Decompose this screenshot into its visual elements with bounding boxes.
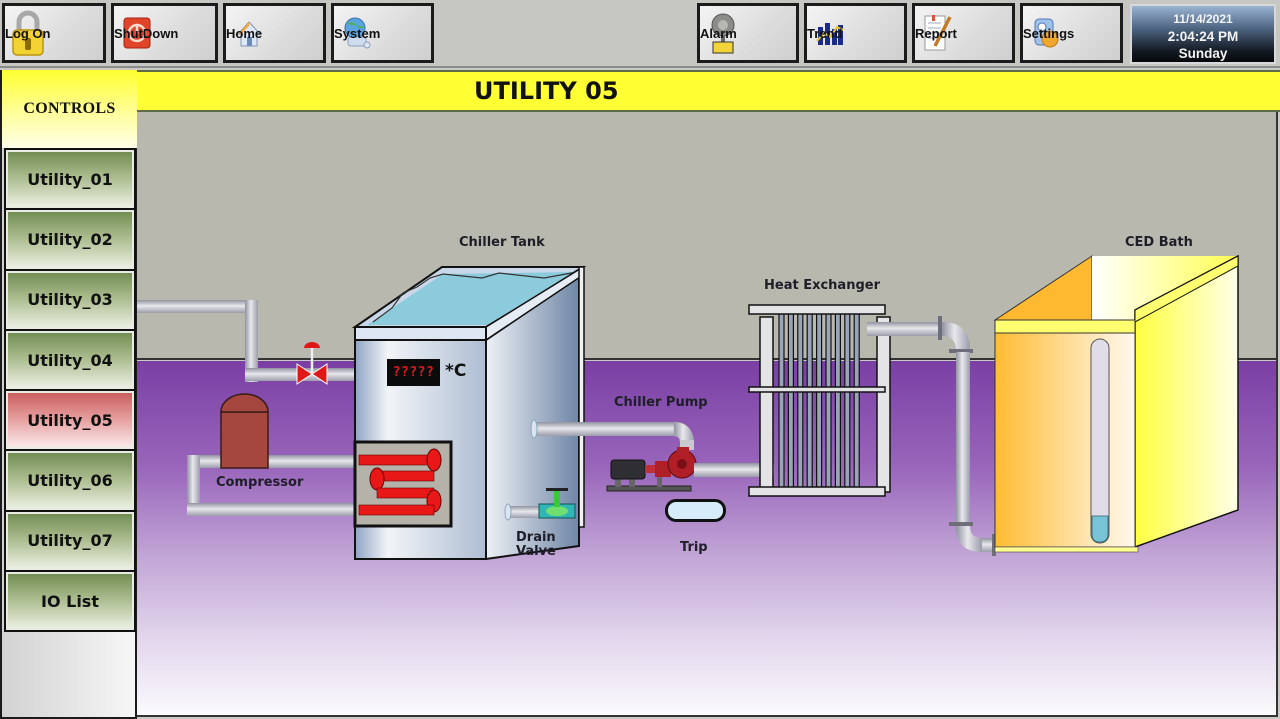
exchanger-plate bbox=[834, 309, 842, 495]
process-scene bbox=[137, 254, 1239, 561]
system-button[interactable]: System bbox=[331, 3, 434, 63]
trend-button[interactable]: Trend bbox=[804, 3, 907, 63]
cooling-coil-icon bbox=[353, 440, 453, 528]
inlet-pipe bbox=[137, 300, 375, 382]
exchanger-plate bbox=[825, 309, 832, 495]
home-button[interactable]: Home bbox=[223, 3, 326, 63]
nav-utility-04[interactable]: Utility_04 bbox=[6, 330, 134, 392]
nav-utility-05[interactable]: Utility_05 bbox=[6, 391, 134, 452]
report-label: Report bbox=[915, 25, 957, 41]
clock-date: 11/14/2021 bbox=[1173, 12, 1233, 26]
nav-utility-07[interactable]: Utility_07 bbox=[6, 511, 134, 573]
top-toolbar: Log On ShutDown Home System Alarm Trend … bbox=[0, 0, 1280, 68]
exchanger-plates bbox=[778, 309, 860, 495]
chiller-pump-icon[interactable] bbox=[606, 447, 697, 492]
page-title: UTILITY 05 bbox=[474, 77, 619, 105]
exchanger-plate bbox=[844, 309, 851, 495]
heat-exchanger-label: Heat Exchanger bbox=[764, 278, 880, 293]
alarm-label: Alarm bbox=[700, 25, 737, 41]
ced-bath-tank[interactable] bbox=[993, 254, 1239, 553]
date-time-display: 11/14/2021 2:04:24 PM Sunday bbox=[1130, 4, 1276, 64]
chiller-pump-label: Chiller Pump bbox=[614, 395, 708, 410]
exchanger-plate bbox=[778, 309, 785, 495]
clock-time: 2:04:24 PM bbox=[1167, 29, 1239, 44]
utility-nav-list: Utility_01 Utility_02 Utility_03 Utility… bbox=[4, 148, 136, 633]
process-diagram: Chiller Tank Compressor Drain Valve Chil… bbox=[137, 112, 1278, 717]
hmi-screen: Log On ShutDown Home System Alarm Trend … bbox=[0, 0, 1280, 719]
drain-valve-label: Drain Valve bbox=[516, 531, 556, 559]
exchanger-plate bbox=[787, 309, 795, 495]
compressor-icon[interactable] bbox=[220, 393, 269, 469]
settings-button[interactable]: Settings bbox=[1020, 3, 1123, 63]
clock-day: Sunday bbox=[1178, 46, 1228, 61]
nav-utility-01[interactable]: Utility_01 bbox=[6, 150, 134, 211]
drain-valve-label-line2: Valve bbox=[516, 544, 556, 559]
compressor-label: Compressor bbox=[216, 475, 304, 490]
shutdown-button[interactable]: ShutDown bbox=[111, 3, 218, 63]
bath-level-gauge bbox=[1090, 338, 1110, 544]
nav-utility-03[interactable]: Utility_03 bbox=[6, 270, 134, 331]
home-label: Home bbox=[226, 25, 263, 41]
controls-header: CONTROLS bbox=[2, 70, 137, 148]
log-on-label: Log On bbox=[5, 25, 51, 41]
drain-valve-label-line1: Drain bbox=[516, 530, 556, 545]
controls-sidebar: CONTROLS Utility_01 Utility_02 Utility_0… bbox=[0, 70, 137, 719]
trip-label: Trip bbox=[680, 540, 708, 555]
trend-label: Trend bbox=[807, 25, 843, 41]
shutdown-label: ShutDown bbox=[114, 25, 179, 41]
tank-temperature-unit: *C bbox=[445, 361, 467, 381]
chiller-tank-label: Chiller Tank bbox=[459, 235, 545, 250]
page-title-bar: UTILITY 05 bbox=[137, 70, 1280, 112]
log-on-button[interactable]: Log On bbox=[2, 3, 106, 63]
system-label: System bbox=[334, 25, 381, 41]
exchanger-plate bbox=[853, 309, 860, 495]
exchanger-plate bbox=[806, 309, 813, 495]
exchanger-plate bbox=[797, 309, 804, 495]
exchanger-plate bbox=[815, 309, 823, 495]
pump-trip-indicator[interactable] bbox=[665, 499, 726, 522]
report-button[interactable]: Report bbox=[912, 3, 1015, 63]
nav-utility-06[interactable]: Utility_06 bbox=[6, 451, 134, 512]
alarm-button[interactable]: Alarm bbox=[697, 3, 799, 63]
nav-io-list[interactable]: IO List bbox=[6, 572, 134, 633]
nav-utility-02[interactable]: Utility_02 bbox=[6, 210, 134, 271]
ced-bath-label: CED Bath bbox=[1125, 235, 1193, 250]
tank-temperature-readout: ????? bbox=[387, 359, 440, 386]
settings-label: Settings bbox=[1023, 25, 1075, 41]
